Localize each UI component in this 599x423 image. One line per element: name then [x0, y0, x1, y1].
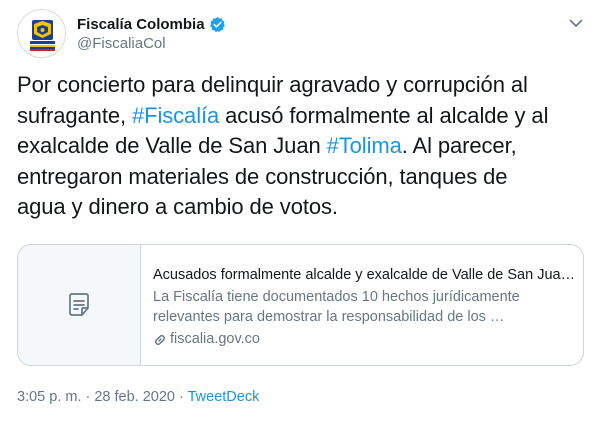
avatar[interactable] [17, 9, 66, 58]
source-app-link[interactable]: TweetDeck [188, 389, 260, 405]
card-domain: fiscalia.gov.co [153, 330, 573, 349]
verified-badge-icon [209, 16, 226, 33]
card-title: Acusados formalmente alcalde y exalcalde… [153, 267, 573, 283]
author-display-name[interactable]: Fiscalía Colombia [77, 16, 205, 33]
text-segment: acusó formalmente al alcalde y al [219, 102, 549, 128]
hashtag-tolima-link[interactable]: #Tolima [327, 133, 402, 158]
author-handle[interactable]: @FiscaliaCol [77, 35, 166, 52]
card-description-line: relevantes para demostrar la responsabil… [153, 308, 505, 325]
card-body: Acusados formalmente alcalde y exalcalde… [153, 266, 573, 349]
tweet-text-line: agua y dinero a cambio de votos. [17, 192, 587, 223]
tweet-metadata: 3:05 p. m. · 28 feb. 2020 · TweetDeck [17, 389, 259, 405]
text-segment: entregaron materiales de construcción, t… [17, 163, 508, 189]
tweet-text-line: entregaron materiales de construcción, t… [17, 162, 587, 193]
tweet: Fiscalía Colombia @FiscaliaCol Por conci… [0, 0, 599, 423]
card-description: La Fiscalía tiene documentados 10 hechos… [153, 288, 573, 327]
link-preview-card[interactable]: Acusados formalmente alcalde y exalcalde… [17, 244, 584, 366]
author-name-line[interactable]: Fiscalía Colombia [77, 14, 226, 34]
text-segment: . Al parecer, [401, 133, 517, 159]
fiscalia-logo-icon [18, 10, 65, 57]
timestamp[interactable]: 3:05 p. m. · 28 feb. 2020 · [17, 389, 188, 405]
chevron-down-icon[interactable] [567, 14, 585, 32]
text-segment: agua y dinero a cambio de votos. [17, 194, 338, 220]
tweet-text: Por concierto para delinquir agravado y … [17, 70, 587, 223]
text-segment: sufragante, [17, 102, 132, 128]
card-thumbnail [18, 245, 141, 365]
text-segment: Por concierto para delinquir agravado y … [17, 72, 528, 97]
card-description-line: La Fiscalía tiene documentados 10 hechos… [153, 289, 520, 305]
tweet-text-line: Por concierto para delinquir agravado y … [17, 70, 587, 101]
hashtag-fiscalia-link[interactable]: #Fiscalía [132, 103, 219, 128]
tweet-text-line: sufragante, #Fiscalía acusó formalmente … [17, 101, 587, 132]
card-domain-text: fiscalia.gov.co [170, 331, 260, 347]
link-icon [154, 334, 166, 345]
tweet-text-line: exalcalde de Valle de San Juan #Tolima. … [17, 131, 587, 162]
text-segment: exalcalde de Valle de San Juan [17, 133, 327, 159]
document-icon [69, 293, 89, 316]
